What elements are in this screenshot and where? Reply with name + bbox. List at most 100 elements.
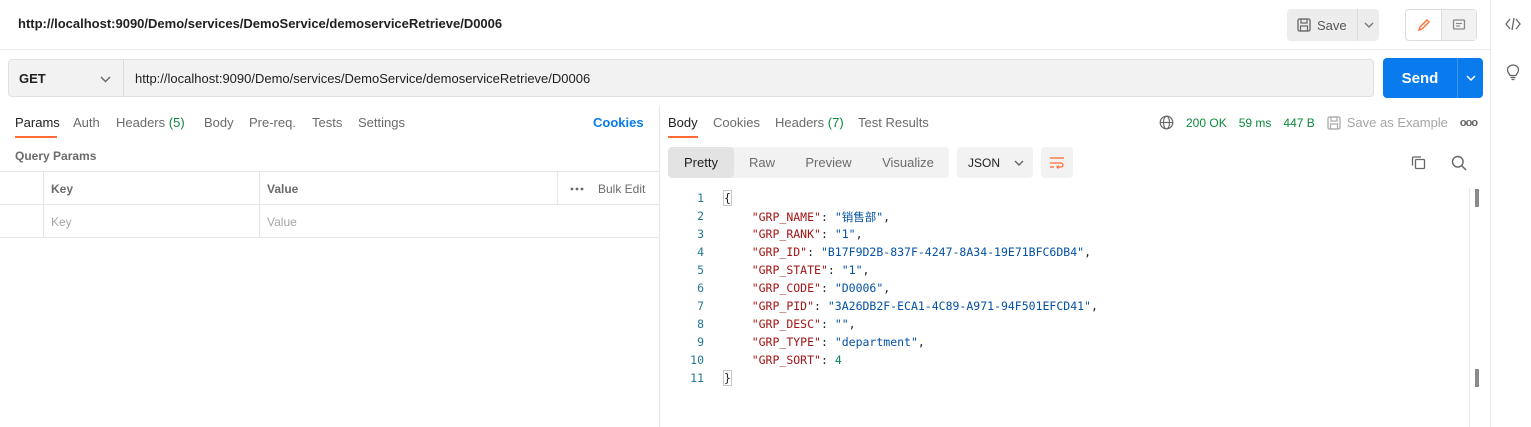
response-time[interactable]: 59 ms — [1239, 116, 1272, 130]
globe-icon[interactable] — [1159, 115, 1174, 130]
json-value: "department" — [834, 335, 918, 349]
json-brace: { — [723, 190, 732, 206]
scrollbar[interactable] — [1469, 188, 1470, 427]
table-header-row: Key Value Bulk Edit — [0, 172, 659, 205]
more-options-icon[interactable] — [562, 172, 584, 205]
save-as-example-button[interactable]: Save as Example — [1327, 115, 1448, 130]
param-value-input[interactable]: Value — [259, 205, 557, 238]
json-key: "GRP_STATE" — [751, 263, 828, 277]
body-format-tabs: Pretty Raw Preview Visualize — [668, 147, 949, 178]
line-number: 7 — [697, 299, 704, 313]
tab-pretty[interactable]: Pretty — [668, 147, 734, 178]
send-options-button[interactable] — [1457, 58, 1483, 98]
code-line: "GRP_STATE": "1", — [751, 263, 870, 277]
save-options-button[interactable] — [1357, 9, 1379, 41]
json-value: "" — [834, 317, 849, 331]
json-key: "GRP_CODE" — [751, 281, 821, 295]
scrollbar-marker — [1475, 369, 1479, 387]
send-button[interactable]: Send — [1383, 58, 1457, 98]
tab-tests[interactable]: Tests — [312, 115, 342, 130]
method-value: GET — [19, 70, 46, 86]
tab-preview[interactable]: Preview — [790, 147, 867, 178]
comment-mode-button[interactable] — [1442, 10, 1476, 40]
params-table: Key Value Bulk Edit Key Value — [0, 171, 659, 238]
line-number: 6 — [697, 281, 704, 295]
json-brace: } — [723, 370, 732, 386]
param-key-input[interactable]: Key — [43, 205, 259, 238]
tab-params[interactable]: Params — [15, 115, 60, 130]
line-number: 11 — [690, 371, 704, 385]
query-params-label: Query Params — [15, 149, 97, 163]
related-collections-button[interactable] — [1506, 64, 1520, 84]
chevron-down-icon — [1364, 22, 1373, 28]
tab-body[interactable]: Body — [204, 115, 234, 130]
search-icon — [1451, 155, 1467, 171]
line-number: 1 — [697, 191, 704, 205]
response-status-bar: 200 OK 59 ms 447 B Save as Example ooo — [1159, 115, 1478, 130]
tab-response-cookies[interactable]: Cookies — [713, 115, 760, 130]
response-body-viewer[interactable]: 1 {2 "GRP_NAME": "销售部", 3 "GRP_RANK": "1",… — [668, 188, 1468, 427]
json-key: "GRP_RANK" — [751, 227, 821, 241]
code-line: "GRP_PID": "3A26DB2F-ECA1-4C89-A971-94F5… — [751, 299, 1098, 313]
json-value: 4 — [834, 353, 842, 367]
code-line: { — [723, 190, 732, 206]
code-line: "GRP_SORT": 4 — [751, 353, 842, 367]
bulk-edit-button[interactable]: Bulk Edit — [590, 172, 645, 205]
url-value: http://localhost:9090/Demo/services/Demo… — [135, 70, 591, 86]
save-label: Save — [1317, 17, 1347, 33]
url-input[interactable]: http://localhost:9090/Demo/services/Demo… — [123, 59, 1374, 97]
json-key: "GRP_ID" — [751, 245, 808, 259]
tab-response-headers[interactable]: Headers (7) — [775, 115, 844, 130]
chevron-down-icon — [100, 76, 111, 83]
tab-prerequest[interactable]: Pre-req. — [249, 115, 296, 130]
json-value: "销售部" — [834, 210, 884, 224]
code-line: "GRP_CODE": "D0006", — [751, 281, 891, 295]
status-code[interactable]: 200 OK — [1186, 116, 1227, 130]
line-number: 8 — [697, 317, 704, 331]
json-value: "1" — [841, 263, 863, 277]
pencil-icon — [1417, 19, 1430, 32]
json-value: "3A26DB2F-ECA1-4C89-A971-94F501EFCD41" — [827, 299, 1091, 313]
json-value: "B17F9D2B-837F-4247-8A34-19E71BFC6DB4" — [820, 245, 1085, 259]
line-number: 3 — [697, 227, 704, 241]
save-button[interactable]: Save — [1287, 9, 1357, 41]
pane-divider[interactable] — [659, 106, 660, 427]
wrap-lines-button[interactable] — [1041, 147, 1073, 178]
json-key: "GRP_DESC" — [751, 317, 821, 331]
copy-icon — [1411, 156, 1426, 170]
request-tabs: Params Auth Headers (5) Body Pre-req. Te… — [0, 106, 659, 138]
mode-toggle — [1405, 9, 1477, 41]
search-response-button[interactable] — [1451, 155, 1467, 174]
tab-test-results[interactable]: Test Results — [858, 115, 929, 130]
chevron-down-icon — [1465, 75, 1476, 81]
scrollbar-marker — [1475, 189, 1479, 207]
tab-response-body[interactable]: Body — [668, 115, 698, 130]
tab-settings[interactable]: Settings — [358, 115, 405, 130]
request-title[interactable]: http://localhost:9090/Demo/services/Demo… — [18, 16, 502, 31]
more-actions-button[interactable]: ooo — [1460, 117, 1478, 129]
tab-auth[interactable]: Auth — [73, 115, 100, 130]
tab-raw[interactable]: Raw — [734, 147, 790, 178]
wrap-lines-icon — [1050, 156, 1064, 169]
tab-visualize[interactable]: Visualize — [867, 147, 949, 178]
code-line: } — [723, 370, 732, 386]
right-sidebar — [1490, 0, 1531, 427]
comment-icon — [1452, 19, 1466, 30]
edit-mode-button[interactable] — [1406, 10, 1442, 40]
request-title-bar: http://localhost:9090/Demo/services/Demo… — [0, 0, 1490, 50]
copy-response-button[interactable] — [1411, 155, 1426, 173]
json-value: "1" — [834, 227, 856, 241]
json-key: "GRP_TYPE" — [751, 335, 821, 349]
method-dropdown-toggle[interactable] — [100, 71, 111, 86]
tab-headers[interactable]: Headers (5) — [116, 115, 185, 130]
code-line: "GRP_RANK": "1", — [751, 227, 863, 241]
save-icon — [1297, 18, 1311, 32]
cookies-link[interactable]: Cookies — [593, 115, 644, 130]
table-row: Key Value — [0, 205, 659, 238]
code-snippet-button[interactable] — [1505, 16, 1521, 35]
language-select[interactable]: JSON — [957, 147, 1033, 178]
json-key: "GRP_PID" — [751, 299, 815, 313]
response-size[interactable]: 447 B — [1283, 116, 1314, 130]
line-number: 9 — [697, 335, 704, 349]
language-value: JSON — [968, 155, 1001, 170]
